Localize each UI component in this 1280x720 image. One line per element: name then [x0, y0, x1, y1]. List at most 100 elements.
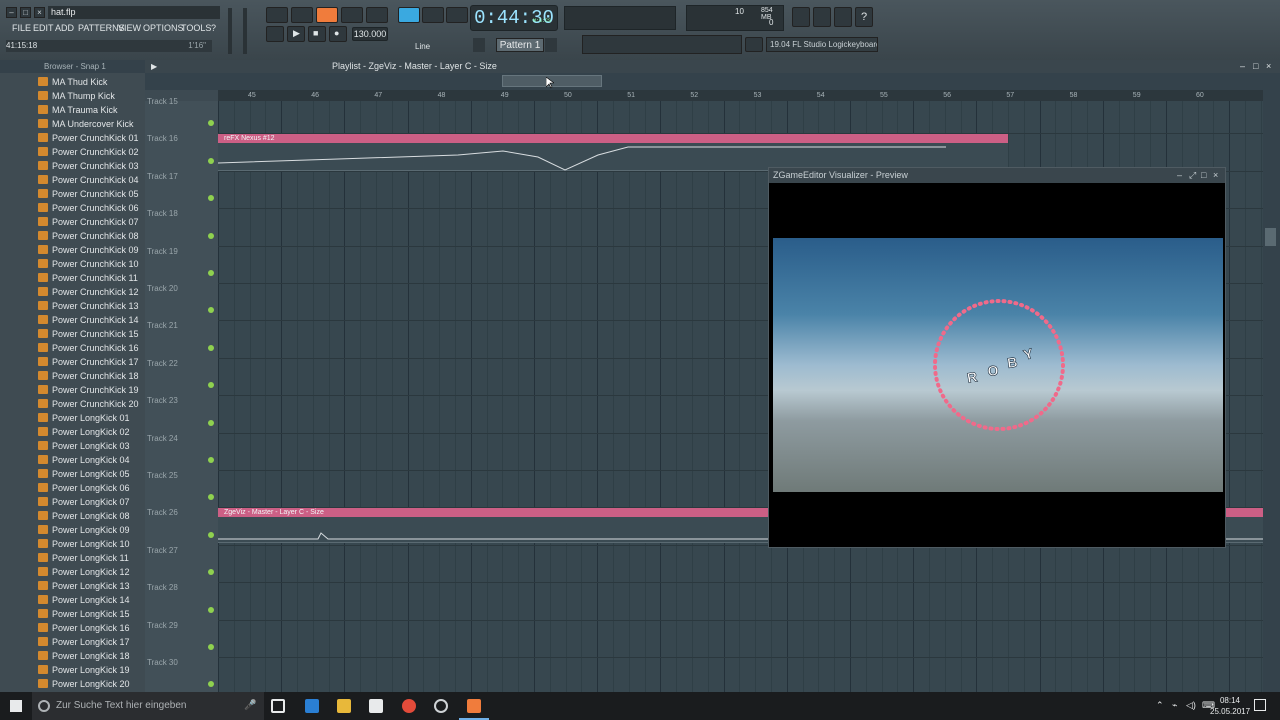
step-edit-button[interactable] [341, 7, 363, 23]
browser-item[interactable]: Power CrunchKick 05 [38, 187, 139, 201]
track-enable-led[interactable] [208, 606, 214, 613]
minimize-icon[interactable]: – [6, 7, 17, 18]
notification-icon[interactable] [1254, 699, 1266, 711]
tray-chevron-icon[interactable]: ⌃ [1156, 700, 1164, 711]
pattern-selector[interactable]: Pattern 1 [496, 38, 544, 52]
browser-item[interactable]: Power CrunchKick 08 [38, 229, 139, 243]
track-enable-led[interactable] [208, 157, 214, 164]
browser-item[interactable]: Power LongKick 08 [38, 509, 130, 523]
app-icon[interactable] [434, 699, 448, 713]
wait-button[interactable] [291, 7, 313, 23]
browser-item[interactable]: Power CrunchKick 20 [38, 397, 139, 411]
track-header[interactable]: Track 29 [147, 621, 214, 658]
menu-file[interactable]: FILE [12, 21, 31, 35]
clip-header[interactable]: reFX Nexus #12 [218, 134, 1008, 143]
chrome-icon[interactable] [402, 699, 416, 713]
menu-help[interactable]: ? [211, 21, 216, 35]
play-arrow-icon[interactable]: ▶ [151, 62, 157, 71]
browser-item[interactable]: Power CrunchKick 07 [38, 215, 139, 229]
browser-item[interactable]: Power LongKick 02 [38, 425, 130, 439]
track-enable-led[interactable] [208, 494, 214, 501]
master-volume-slider[interactable] [228, 8, 232, 54]
track-header[interactable]: Track 26 [147, 508, 214, 545]
metronome-icon[interactable] [446, 7, 468, 23]
track-header[interactable]: Track 17 [147, 172, 214, 209]
viz-close-icon[interactable]: × [1213, 168, 1218, 183]
close-icon[interactable]: × [34, 7, 45, 18]
step-forward-icon[interactable] [422, 7, 444, 23]
taskbar-search[interactable]: Zur Suche Text hier eingeben 🎤 [32, 692, 264, 720]
browser-item[interactable]: Power CrunchKick 02 [38, 145, 139, 159]
viz-minimize-icon[interactable]: – [1177, 168, 1182, 183]
visualizer-window[interactable]: ZGameEditor Visualizer - Preview – ⤢ □ ×… [768, 167, 1226, 548]
browser-item[interactable]: Power CrunchKick 16 [38, 341, 139, 355]
browser-item[interactable]: Power CrunchKick 04 [38, 173, 139, 187]
window-shortcut-toolbar[interactable] [582, 35, 742, 54]
browser-item[interactable]: Power LongKick 10 [38, 537, 130, 551]
track-header[interactable]: Track 21 [147, 321, 214, 358]
track-enable-led[interactable] [208, 531, 214, 538]
browser-item[interactable]: Power LongKick 01 [38, 411, 130, 425]
browser-item[interactable]: Power CrunchKick 11 [38, 271, 138, 285]
start-icon[interactable] [10, 700, 22, 712]
browser-item[interactable]: Power CrunchKick 18 [38, 369, 139, 383]
time-display[interactable]: 0:44:30 M:S:CS [470, 5, 558, 31]
edge-icon[interactable] [305, 699, 319, 713]
browser-item[interactable]: Power LongKick 06 [38, 481, 130, 495]
browser-item[interactable]: Power CrunchKick 15 [38, 327, 139, 341]
taskbar-clock[interactable]: 08:14 25.05.2017 [1210, 695, 1250, 717]
browser-item[interactable]: Power CrunchKick 13 [38, 299, 139, 313]
playlist-maximize-icon[interactable]: □ [1253, 61, 1258, 71]
track-enable-led[interactable] [208, 419, 214, 426]
track-header[interactable]: Track 20 [147, 284, 214, 321]
mixer-icon[interactable] [813, 7, 831, 27]
browser-item[interactable]: MA Thump Kick [38, 89, 115, 103]
playlist-close-icon[interactable]: × [1266, 61, 1271, 71]
browser-item[interactable]: Power LongKick 04 [38, 453, 130, 467]
playlist-minimize-icon[interactable]: – [1240, 61, 1245, 71]
browser-item[interactable]: Power CrunchKick 06 [38, 201, 139, 215]
song-mode-icon[interactable] [266, 26, 284, 42]
track-enable-led[interactable] [208, 569, 214, 576]
viz-maximize-icon[interactable]: □ [1201, 168, 1206, 183]
track-header[interactable]: Track 25 [147, 471, 214, 508]
track-header[interactable]: Track 18 [147, 209, 214, 246]
browser-item[interactable]: Power CrunchKick 03 [38, 159, 139, 173]
file-explorer-icon[interactable] [337, 699, 351, 713]
visualizer-titlebar[interactable]: ZGameEditor Visualizer - Preview – ⤢ □ × [769, 168, 1225, 183]
menu-view[interactable]: VIEW [118, 21, 141, 35]
track-enable-led[interactable] [208, 269, 214, 276]
browser-item[interactable]: MA Thud Kick [38, 75, 107, 89]
browser-item[interactable]: Power CrunchKick 12 [38, 285, 139, 299]
browser-item[interactable]: Power LongKick 12 [38, 565, 130, 579]
browser-item[interactable]: Power CrunchKick 14 [38, 313, 139, 327]
task-view-icon[interactable] [271, 699, 285, 713]
browser-item[interactable]: Power LongKick 15 [38, 607, 130, 621]
maximize-icon[interactable]: □ [20, 7, 31, 18]
browser-item[interactable]: Power LongKick 20 [38, 677, 130, 691]
track-header[interactable]: Track 24 [147, 434, 214, 471]
news-ticker[interactable]: 19.04 FL Studio Logickeyboard [766, 37, 878, 52]
track-enable-led[interactable] [208, 382, 214, 389]
fl-studio-icon[interactable] [467, 699, 481, 713]
browser-item[interactable]: Power LongKick 18 [38, 649, 130, 663]
track-enable-led[interactable] [208, 643, 214, 650]
browser-item[interactable]: MA Trauma Kick [38, 103, 118, 117]
track-enable-led[interactable] [208, 232, 214, 239]
browser-item[interactable]: Power CrunchKick 01 [38, 131, 139, 145]
viz-fullscreen-icon[interactable]: ⤢ [1189, 168, 1196, 183]
browser-item[interactable]: Power CrunchKick 19 [38, 383, 139, 397]
track-header[interactable]: Track 22 [147, 359, 214, 396]
tempo-display[interactable]: 130.000 [352, 27, 388, 41]
countdown-button[interactable] [316, 7, 338, 23]
snap-mode[interactable]: Line [415, 42, 430, 51]
browser-item[interactable]: Power LongKick 14 [38, 593, 130, 607]
track-header[interactable]: Track 28 [147, 583, 214, 620]
track-header[interactable]: Track 16 [147, 134, 214, 171]
menu-add[interactable]: ADD [55, 21, 74, 35]
browser-item[interactable]: Power LongKick 09 [38, 523, 130, 537]
metronome-button[interactable] [266, 7, 288, 23]
loop-record-button[interactable] [366, 7, 388, 23]
record-button[interactable]: ● [329, 26, 347, 42]
menu-options[interactable]: OPTIONS [143, 21, 184, 35]
